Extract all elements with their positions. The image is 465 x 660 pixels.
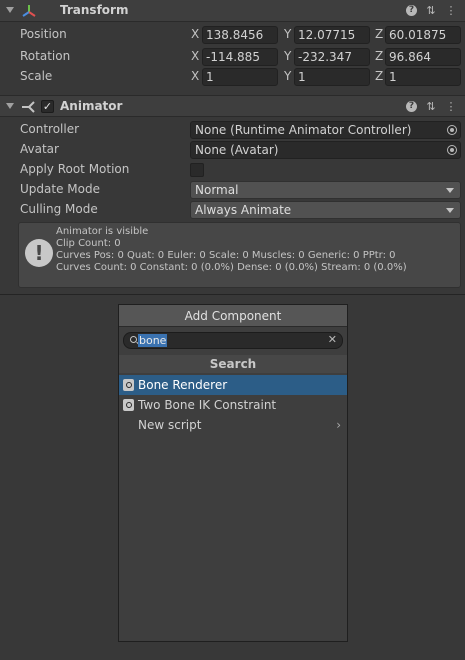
chevron-right-icon: ›	[336, 418, 341, 432]
add-component-popup: Add Component bone ✕ Search Bone Rendere…	[118, 304, 348, 642]
controller-row: Controller None (Runtime Animator Contro…	[0, 120, 465, 140]
position-x-label[interactable]: X	[191, 27, 199, 41]
position-x-field[interactable]: 138.8456	[202, 26, 278, 44]
more-icon[interactable]: ⋮	[445, 100, 457, 113]
divider	[0, 294, 465, 295]
result-item-new-script[interactable]: New script ›	[119, 415, 347, 435]
scale-x-field[interactable]: 1	[202, 68, 278, 86]
script-icon	[123, 379, 134, 391]
add-component-title: Add Component	[119, 305, 347, 327]
info-curves-count: Curves Count: 0 Constant: 0 (0.0%) Dense…	[56, 262, 407, 273]
rotation-y-label[interactable]: Y	[284, 49, 291, 63]
result-label: Two Bone IK Constraint	[138, 398, 277, 412]
scale-y-label[interactable]: Y	[284, 69, 291, 83]
info-visible: Animator is visible	[56, 226, 149, 237]
update-mode-label: Update Mode	[20, 182, 100, 196]
search-value[interactable]: bone	[138, 334, 168, 347]
result-label: New script	[138, 418, 202, 432]
object-picker-icon[interactable]	[447, 125, 457, 135]
more-icon[interactable]: ⋮	[445, 4, 457, 17]
position-label: Position	[20, 27, 67, 41]
update-mode-dropdown[interactable]: Normal	[190, 181, 461, 199]
dropdown-arrow-icon	[446, 208, 454, 213]
avatar-row: Avatar None (Avatar)	[0, 140, 465, 160]
rotation-y-field[interactable]: -232.347	[294, 48, 370, 66]
update-mode-row: Update Mode Normal	[0, 180, 465, 200]
object-picker-icon[interactable]	[447, 145, 457, 155]
scale-row: Scale X 1 Y 1 Z 1	[0, 67, 465, 87]
apply-root-motion-checkbox[interactable]	[190, 163, 204, 177]
animator-info-box: ! Animator is visible Clip Count: 0 Curv…	[18, 222, 461, 288]
rotation-z-label[interactable]: Z	[375, 49, 383, 63]
transform-header[interactable]: Transform ? ⇅ ⋮	[0, 0, 465, 22]
avatar-label: Avatar	[20, 142, 59, 156]
scale-z-label[interactable]: Z	[375, 69, 383, 83]
position-z-label[interactable]: Z	[375, 27, 383, 41]
scale-y-field[interactable]: 1	[294, 68, 370, 86]
animator-foldout-icon[interactable]	[6, 103, 14, 109]
transform-foldout-icon[interactable]	[6, 7, 14, 13]
animator-header[interactable]: ✓ Animator ? ⇅ ⋮	[0, 95, 465, 117]
scale-z-field[interactable]: 1	[385, 68, 461, 86]
info-curves-pos: Curves Pos: 0 Quat: 0 Euler: 0 Scale: 0 …	[56, 250, 396, 261]
avatar-value: None (Avatar)	[195, 143, 279, 157]
warning-icon: !	[25, 239, 53, 267]
culling-mode-value: Always Animate	[195, 203, 292, 217]
animator-title: Animator	[60, 99, 123, 113]
culling-mode-row: Culling Mode Always Animate	[0, 200, 465, 220]
position-z-field[interactable]: 60.01875	[385, 26, 461, 44]
animator-enabled-checkbox[interactable]: ✓	[41, 100, 54, 113]
transform-icon	[22, 5, 36, 17]
controller-value: None (Runtime Animator Controller)	[195, 123, 412, 137]
scale-x-label[interactable]: X	[191, 69, 199, 83]
rotation-row: Rotation X -114.885 Y -232.347 Z 96.864	[0, 47, 465, 67]
culling-mode-dropdown[interactable]: Always Animate	[190, 201, 461, 219]
apply-root-motion-label: Apply Root Motion	[20, 162, 130, 176]
rotation-label: Rotation	[20, 49, 71, 63]
result-item-bone-renderer[interactable]: Bone Renderer	[119, 375, 347, 395]
result-item-two-bone-ik[interactable]: Two Bone IK Constraint	[119, 395, 347, 415]
avatar-field[interactable]: None (Avatar)	[190, 141, 461, 159]
search-input[interactable]: bone ✕	[123, 332, 343, 349]
search-icon	[130, 336, 137, 343]
position-row: Position X 138.8456 Y 12.07715 Z 60.0187…	[0, 25, 465, 45]
rotation-x-field[interactable]: -114.885	[202, 48, 278, 66]
controller-label: Controller	[20, 122, 80, 136]
rotation-z-field[interactable]: 96.864	[385, 48, 461, 66]
culling-mode-label: Culling Mode	[20, 202, 98, 216]
transform-title: Transform	[60, 3, 129, 17]
scale-label: Scale	[20, 69, 53, 83]
help-icon[interactable]: ?	[406, 101, 417, 112]
rotation-x-label[interactable]: X	[191, 49, 199, 63]
info-clip-count: Clip Count: 0	[56, 238, 121, 249]
script-icon	[123, 399, 134, 411]
preset-icon[interactable]: ⇅	[425, 4, 437, 17]
animator-icon	[22, 101, 35, 113]
clear-search-icon[interactable]: ✕	[328, 333, 337, 347]
dropdown-arrow-icon	[446, 188, 454, 193]
position-y-label[interactable]: Y	[284, 27, 291, 41]
apply-root-motion-row: Apply Root Motion	[0, 160, 465, 180]
help-icon[interactable]: ?	[406, 5, 417, 16]
controller-field[interactable]: None (Runtime Animator Controller)	[190, 121, 461, 139]
update-mode-value: Normal	[195, 183, 239, 197]
position-y-field[interactable]: 12.07715	[294, 26, 370, 44]
search-section-header: Search	[119, 355, 347, 373]
result-label: Bone Renderer	[138, 378, 228, 392]
preset-icon[interactable]: ⇅	[425, 100, 437, 113]
